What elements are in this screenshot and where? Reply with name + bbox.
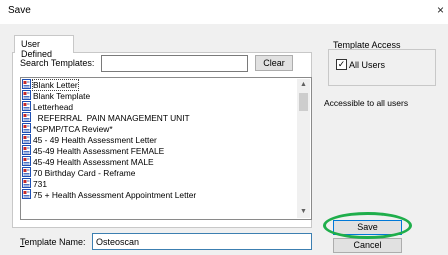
scroll-up-icon[interactable]: ▲ — [297, 79, 310, 91]
access-note: Accessible to all users — [324, 98, 409, 108]
template-list-item[interactable]: Blank Template — [22, 90, 298, 101]
template-list-item-label: 731 — [33, 179, 47, 189]
close-icon[interactable]: × — [437, 3, 444, 17]
save-button[interactable]: Save — [333, 220, 402, 235]
letter-icon — [22, 79, 31, 89]
template-list-item[interactable]: 45-49 Health Assessment FEMALE — [22, 145, 298, 156]
templates-list-scrollbar[interactable]: ▲ ▼ — [297, 79, 310, 218]
template-icon — [22, 112, 31, 122]
template-list-item-label: Letterhead — [33, 102, 74, 112]
template-icon — [22, 134, 31, 144]
templates-list-items: Blank Letter Blank Template Letterhead REF… — [22, 79, 298, 200]
scroll-down-icon[interactable]: ▼ — [297, 206, 310, 218]
window-title: Save — [8, 5, 31, 16]
all-users-checkbox[interactable]: ✓ — [336, 59, 347, 70]
template-icon — [22, 123, 31, 133]
template-list-item[interactable]: 731 — [22, 178, 298, 189]
tab-user-defined[interactable]: User Defined — [14, 35, 74, 59]
template-list-item-label: 45-49 Health Assessment MALE — [33, 157, 154, 167]
template-list-item-label: REFERRAL PAIN MANAGEMENT UNIT — [33, 113, 190, 123]
template-icon — [22, 178, 31, 188]
template-list-item-label: 70 Birthday Card - Reframe — [33, 168, 136, 178]
template-list-item[interactable]: 45 - 49 Health Assessment Letter — [22, 134, 298, 145]
template-list-item-label: *GPMP/TCA Review* — [33, 124, 113, 134]
template-icon — [22, 145, 31, 155]
template-icon — [22, 90, 31, 100]
template-name-label: Template Name: — [20, 237, 86, 247]
template-icon — [22, 189, 31, 199]
cancel-button[interactable]: Cancel — [333, 238, 402, 253]
all-users-label[interactable]: All Users — [349, 60, 385, 70]
template-list-item[interactable]: REFERRAL PAIN MANAGEMENT UNIT — [22, 112, 298, 123]
template-list-item[interactable]: *GPMP/TCA Review* — [22, 123, 298, 134]
clear-button[interactable]: Clear — [255, 55, 293, 71]
template-list-item-label: Blank Template — [33, 91, 91, 101]
title-bar: Save × — [0, 0, 448, 24]
template-icon — [22, 101, 31, 111]
template-list-item-label: 45-49 Health Assessment FEMALE — [33, 146, 165, 156]
template-list-item[interactable]: 45-49 Health Assessment MALE — [22, 156, 298, 167]
template-list-item-label: 75 + Health Assessment Appointment Lette… — [33, 190, 197, 200]
template-list-item[interactable]: Letterhead — [22, 101, 298, 112]
template-list-item[interactable]: 75 + Health Assessment Appointment Lette… — [22, 189, 298, 200]
scroll-thumb[interactable] — [299, 93, 308, 111]
template-icon — [22, 156, 31, 166]
search-templates-label: Search Templates: — [20, 58, 95, 68]
template-list-item-label: Blank Letter — [32, 79, 79, 91]
template-list-item-label: 45 - 49 Health Assessment Letter — [33, 135, 157, 145]
template-name-input[interactable] — [92, 233, 312, 250]
template-list-item[interactable]: 70 Birthday Card - Reframe — [22, 167, 298, 178]
template-list-item[interactable]: Blank Letter — [22, 79, 298, 91]
templates-list[interactable]: Blank Letter Blank Template Letterhead REF… — [20, 77, 312, 220]
search-templates-input[interactable] — [101, 55, 248, 72]
template-icon — [22, 167, 31, 177]
